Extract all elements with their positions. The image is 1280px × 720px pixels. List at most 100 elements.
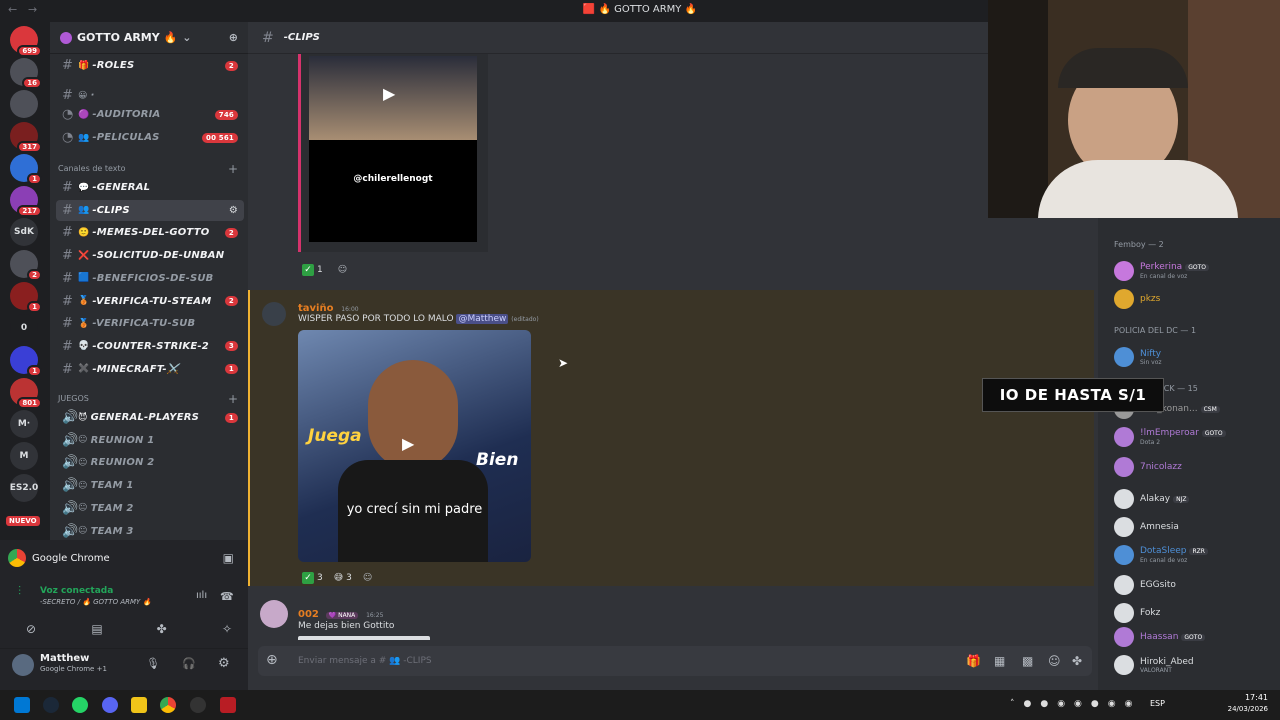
headphones-icon[interactable]: 🎧 — [182, 657, 196, 670]
windows-start-icon[interactable] — [14, 697, 30, 713]
obs-icon[interactable] — [190, 697, 206, 713]
user-name[interactable]: Matthew — [40, 653, 89, 664]
server-icon[interactable]: M· — [10, 410, 38, 438]
member-item[interactable]: Alakay NJZ — [1114, 486, 1274, 512]
avatar[interactable] — [12, 654, 34, 676]
gif-icon[interactable]: ▦ — [994, 654, 1005, 668]
member-item[interactable]: Fokz — [1114, 600, 1274, 626]
avatar[interactable] — [262, 302, 286, 326]
add-channel-icon[interactable]: + — [228, 162, 238, 176]
avatar[interactable] — [260, 600, 288, 628]
member-item[interactable]: Haassan GOTO — [1114, 624, 1274, 650]
video-thumbnail[interactable]: ▶ — [309, 56, 477, 140]
channel-item[interactable]: # ❌ -SOLICITUD-DE-UNBAN — [56, 245, 244, 266]
disconnect-icon[interactable]: ☎ — [220, 590, 234, 603]
channel-item[interactable]: ◔ 👥 -PELICULAS 00 561 — [56, 127, 244, 148]
member-item[interactable]: !lmEmperoar GOTO Dota 2 — [1114, 424, 1274, 450]
settings-gear-icon[interactable]: ⚙ — [218, 656, 230, 671]
server-icon[interactable]: 0 — [10, 314, 38, 342]
message-input[interactable]: Enviar mensaje a # 👥 -CLIPS — [298, 656, 432, 666]
microphone-icon[interactable]: 🎙 — [146, 657, 160, 670]
sticker-icon[interactable]: ▩ — [1022, 654, 1033, 668]
mention[interactable]: @Matthew — [456, 314, 509, 324]
channel-item[interactable]: 🔊 😐 REUNION 2 — [56, 452, 244, 473]
server-icon[interactable]: 801 — [10, 378, 42, 409]
channel-item[interactable]: # 🥉 -VERIFICA-TU-SUB — [56, 313, 244, 334]
sweat-emoji-icon[interactable]: 😅 — [334, 573, 343, 583]
member-item[interactable]: EGGsito — [1114, 572, 1274, 598]
channel-item[interactable]: # 🙂 -MEMES-DEL-GOTTO 2 — [56, 222, 244, 243]
member-item[interactable]: 7nicolazz — [1114, 454, 1274, 480]
noise-suppression-icon[interactable]: ıılı — [196, 590, 207, 601]
add-reaction-icon[interactable]: ☺ — [363, 573, 372, 583]
channel-item[interactable]: # 💬 -GENERAL — [56, 177, 244, 198]
channel-item[interactable]: 🔊 😈 GENERAL-PLAYERS 1 — [56, 407, 244, 428]
server-icon[interactable]: 699 — [10, 26, 42, 57]
channel-item[interactable]: ◔ 🟣 -AUDITORIA 746 — [56, 104, 244, 125]
server-icon[interactable]: 317 — [10, 122, 42, 153]
channel-item[interactable]: # ✖️ -MINECRAFT-⚔️ 1 — [56, 359, 244, 380]
chevron-down-icon[interactable]: ⌄ — [182, 31, 191, 44]
check-icon[interactable]: ✓ — [302, 572, 314, 584]
member-item[interactable]: Amnesia — [1114, 514, 1274, 540]
channel-item[interactable]: # 😀 · — [56, 85, 244, 106]
author-name[interactable]: taviño — [298, 303, 333, 314]
channel-item[interactable]: # 💀 -COUNTER-STRIKE-2 3 — [56, 336, 244, 357]
apps-icon[interactable]: ✤ — [1072, 654, 1082, 668]
member-item[interactable]: DotaSleep RZR En canal de voz — [1114, 542, 1274, 568]
gift-icon[interactable]: 🎁 — [966, 654, 981, 668]
voice-channel[interactable]: -SECRETO / 🔥 GOTTO ARMY 🔥 — [40, 598, 151, 606]
server-icon[interactable]: 16 — [10, 58, 42, 89]
server-icon[interactable]: 2 — [10, 250, 42, 281]
activities-icon[interactable]: ✤ — [157, 622, 171, 636]
discord-icon[interactable] — [102, 697, 118, 713]
category-header[interactable]: Canales de texto + — [58, 162, 238, 176]
channel-item[interactable]: 🔊 😐 TEAM 3 — [56, 521, 244, 542]
channel-item[interactable]: 🔊 😐 REUNION 1 — [56, 430, 244, 451]
play-icon[interactable]: ▶ — [383, 84, 395, 103]
language-indicator[interactable]: ESP — [1150, 699, 1165, 708]
attach-plus-icon[interactable]: ⊕ — [266, 652, 278, 668]
author-name[interactable]: 002 — [298, 609, 319, 620]
voice-status[interactable]: Voz conectada — [40, 586, 113, 596]
server-icon[interactable]: 1 — [10, 154, 42, 185]
emoji-icon[interactable]: ☺ — [1048, 654, 1061, 668]
add-member-icon[interactable]: ⊕ — [229, 31, 238, 44]
app-icon[interactable] — [220, 697, 236, 713]
screen-share-button-icon[interactable]: ▤ — [91, 622, 105, 636]
channel-item[interactable]: # 🎁 -ROLES 2 — [56, 55, 244, 76]
channel-item[interactable]: 🔊 😐 TEAM 2 — [56, 498, 244, 519]
file-explorer-icon[interactable] — [131, 697, 147, 713]
channel-item[interactable]: # 🥉 -VERIFICA-TU-STEAM 2 — [56, 291, 244, 312]
channel-item[interactable]: # 👥 -CLIPS ⚙ — [56, 199, 244, 221]
soundboard-icon[interactable]: ✧ — [222, 622, 236, 636]
server-icon[interactable]: 1 — [10, 282, 42, 313]
member-item[interactable]: Perkerina GOTO En canal de voz — [1114, 258, 1274, 284]
play-icon[interactable]: ▶ — [402, 434, 414, 453]
screen-share-icon[interactable]: ▣ — [223, 551, 234, 565]
clock-time[interactable]: 17:41 — [1216, 693, 1268, 702]
video-off-icon[interactable]: ⊘ — [26, 622, 40, 636]
server-icon[interactable] — [10, 90, 38, 118]
server-icon[interactable]: ES2.0 — [10, 474, 38, 502]
server-icon[interactable]: SdK — [10, 218, 38, 246]
server-icon[interactable]: 1 — [10, 346, 42, 377]
system-tray[interactable]: ˄●●◉◉●◉◉ — [1010, 699, 1141, 709]
channel-item[interactable]: # 🟦 -BENEFICIOS-DE-SUB — [56, 268, 244, 289]
add-reaction-icon[interactable]: ☺ — [338, 265, 347, 275]
add-channel-icon[interactable]: + — [228, 392, 238, 406]
member-item[interactable]: Hiroki_Abed VALORANT — [1114, 652, 1274, 678]
channel-settings-icon[interactable]: ⚙ — [229, 205, 238, 216]
clock-date[interactable]: 24/03/2026 — [1216, 705, 1268, 713]
server-header[interactable]: GOTTO ARMY 🔥 ⌄ ⊕ — [50, 22, 248, 54]
steam-icon[interactable] — [43, 697, 59, 713]
channel-item[interactable]: 🔊 😐 TEAM 1 — [56, 475, 244, 496]
whatsapp-icon[interactable] — [72, 697, 88, 713]
message-input-box[interactable]: ⊕ Enviar mensaje a # 👥 -CLIPS 🎁 ▦ ▩ ☺ ✤ — [258, 646, 1092, 676]
server-icon[interactable]: M — [10, 442, 38, 470]
category-header[interactable]: JUEGOS + — [58, 392, 238, 406]
video-player[interactable]: Juega Bien ▶ yo crecí sin mi padre — [298, 330, 531, 562]
member-item[interactable]: Nifty Sin voz — [1114, 344, 1274, 370]
chrome-icon[interactable] — [160, 697, 176, 713]
attachment-preview[interactable] — [298, 636, 430, 640]
